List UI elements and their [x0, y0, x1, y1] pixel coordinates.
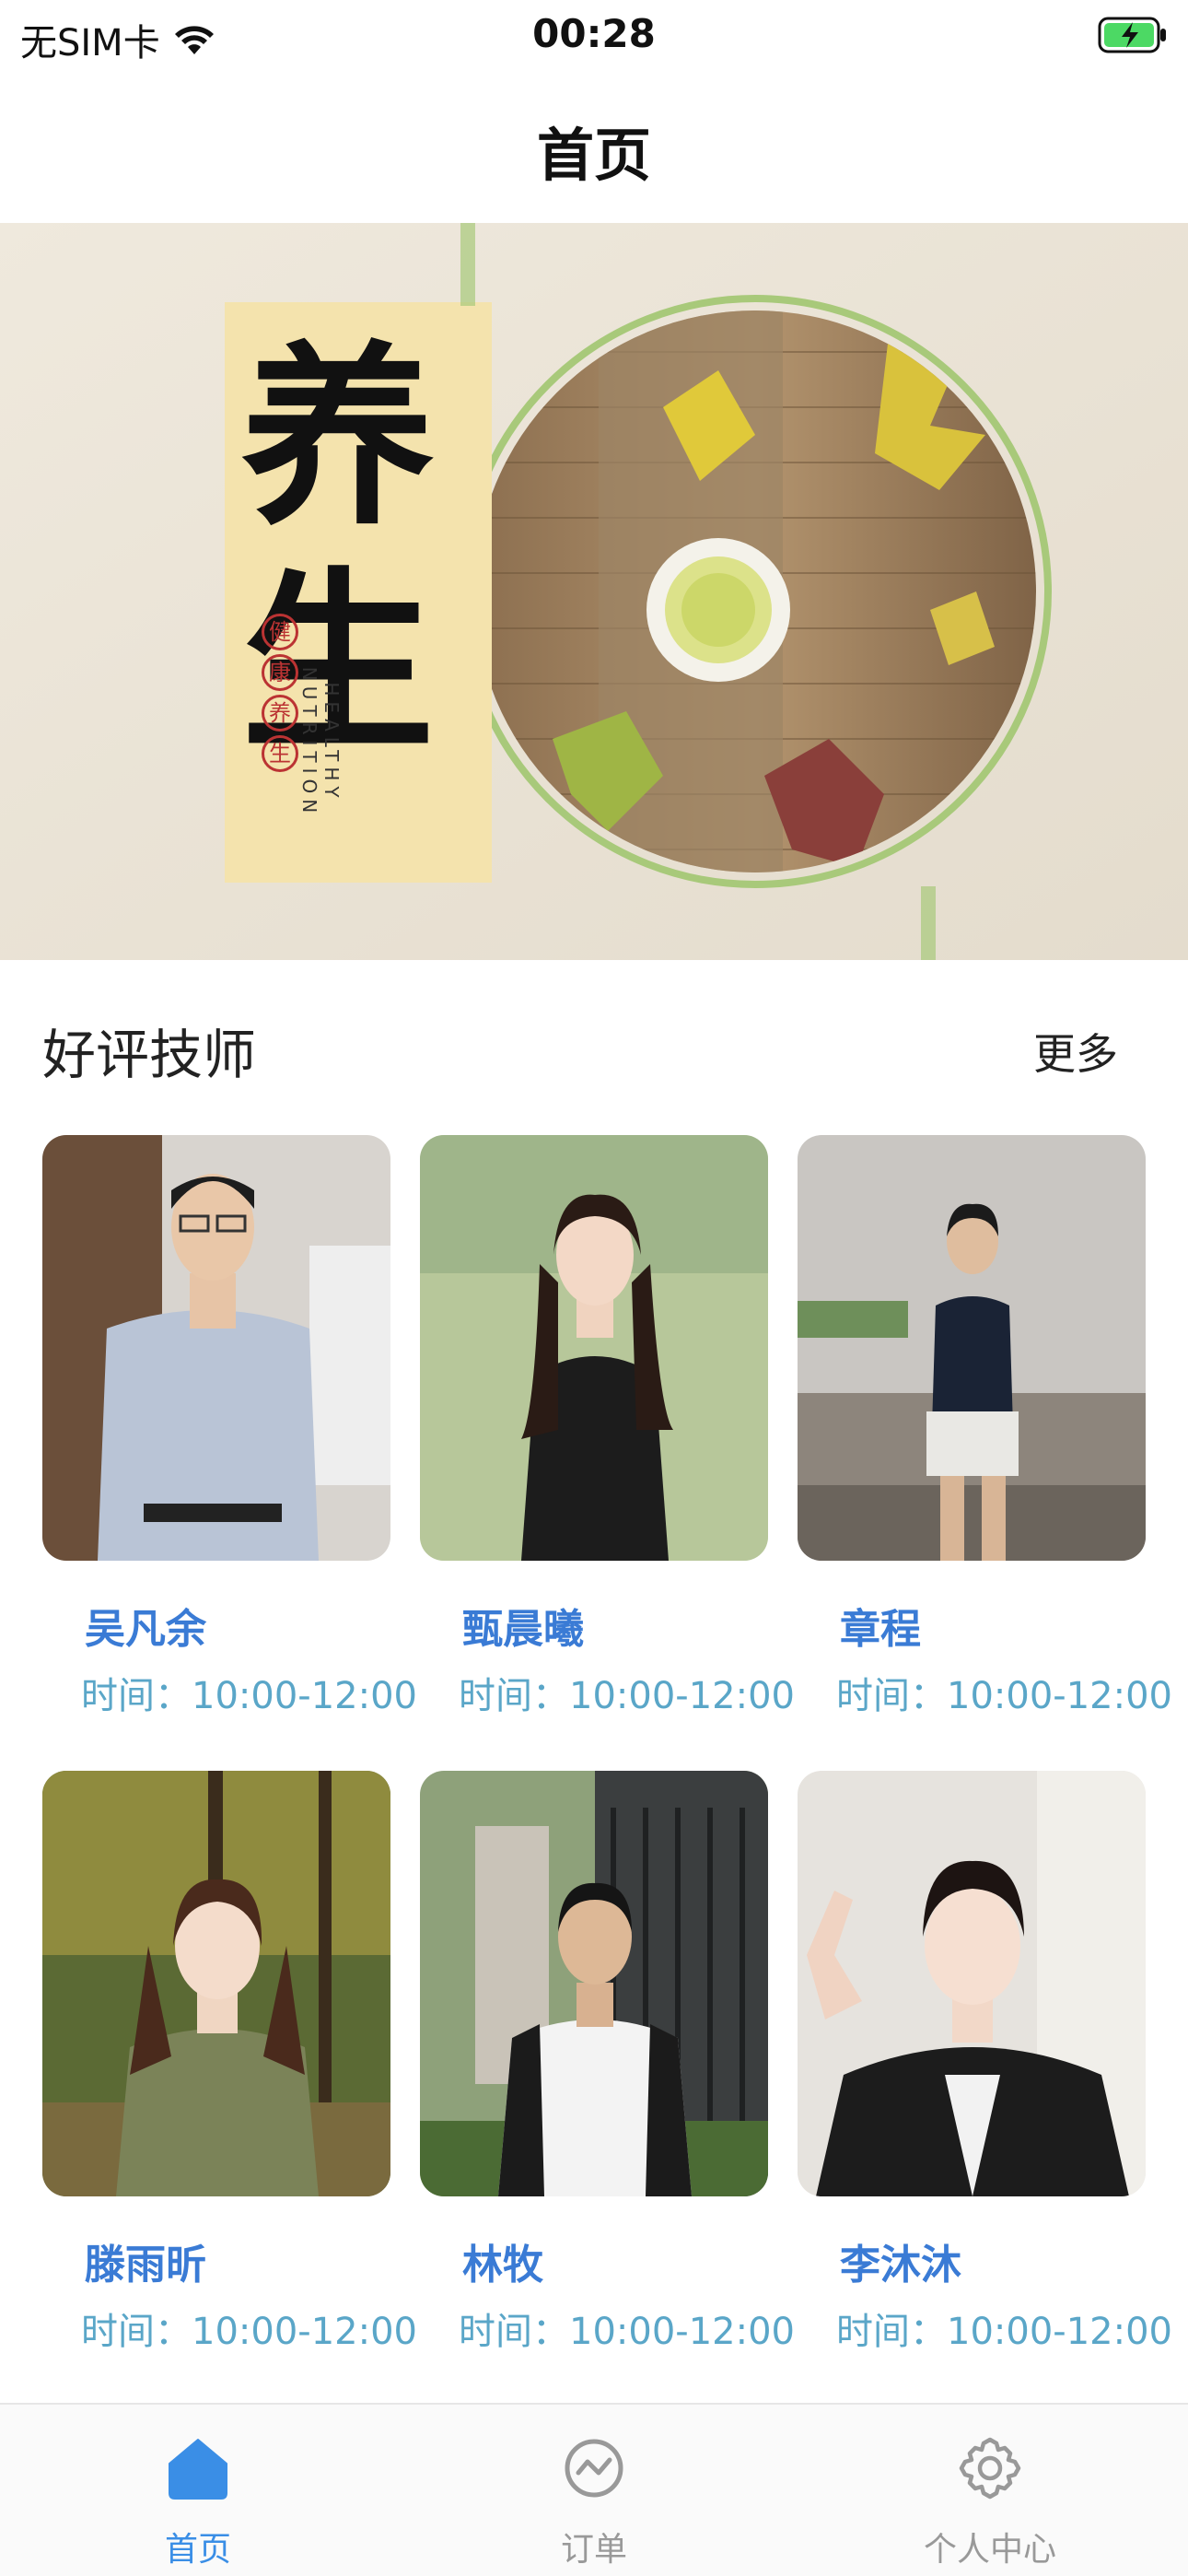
technician-card[interactable]: 李沐沐 时间：10:00-12:00	[798, 1771, 1172, 2357]
order-icon	[565, 2439, 623, 2498]
technician-card[interactable]: 章程 时间：10:00-12:00	[798, 1135, 1172, 1721]
technician-photo	[420, 1135, 768, 1561]
page-title: 首页	[536, 122, 651, 189]
technician-name: 滕雨昕	[85, 2242, 206, 2289]
settings-icon	[959, 2437, 1021, 2500]
tab-home[interactable]: 首页	[0, 2405, 396, 2576]
banner-badge: 养	[262, 695, 298, 732]
technician-photo	[420, 1771, 768, 2196]
banner-badge: 健	[262, 614, 298, 650]
technician-photo	[798, 1135, 1146, 1561]
tab-bar: 首页 订单 个人中心	[0, 2403, 1188, 2576]
tab-profile[interactable]: 个人中心	[792, 2405, 1188, 2576]
technician-time: 时间：10:00-12:00	[459, 1675, 795, 1717]
technician-grid: 吴凡余 时间：10:00-12:00 甄晨曦 时间：10:00-12:00 章程…	[42, 1135, 1172, 2357]
more-link[interactable]: 更多	[1033, 1021, 1118, 1082]
banner-subtitle: HEALTHY NUTRITION	[298, 666, 343, 819]
status-bar: 无SIM卡 00:28	[0, 0, 1188, 74]
technician-time: 时间：10:00-12:00	[81, 1675, 417, 1717]
technician-card[interactable]: 林牧 时间：10:00-12:00	[420, 1771, 795, 2357]
technician-name: 甄晨曦	[462, 1606, 584, 1653]
technician-time: 时间：10:00-12:00	[836, 1675, 1172, 1717]
technician-photo	[798, 1771, 1146, 2196]
technician-name: 吴凡余	[85, 1606, 206, 1653]
banner-image[interactable]: 养生 健 康 养 生 HEALTHY NUTRITION	[0, 223, 1188, 960]
technician-name: 李沐沐	[840, 2242, 961, 2289]
banner-badge: 生	[262, 735, 298, 772]
tab-label: 订单	[560, 2531, 627, 2569]
status-time: 00:28	[532, 11, 656, 56]
banner-badge: 康	[262, 654, 298, 691]
banner-graphic	[0, 223, 1188, 960]
technician-card[interactable]: 滕雨昕 时间：10:00-12:00	[42, 1771, 417, 2357]
technician-card[interactable]: 吴凡余 时间：10:00-12:00	[42, 1135, 417, 1721]
technician-photo	[42, 1135, 390, 1561]
technician-photo	[42, 1771, 390, 2196]
technician-name: 章程	[840, 1606, 921, 1653]
technician-card[interactable]: 甄晨曦 时间：10:00-12:00	[420, 1135, 795, 1721]
battery-charging-icon	[1098, 17, 1166, 53]
tab-label: 个人中心	[923, 2531, 1056, 2569]
tab-label: 首页	[164, 2531, 231, 2569]
home-icon	[169, 2439, 227, 2500]
section-title: 好评技师	[42, 1024, 257, 1086]
technician-name: 林牧	[462, 2242, 543, 2289]
tab-orders[interactable]: 订单	[396, 2405, 792, 2576]
banner-badges: 健 康 养 生	[262, 614, 298, 772]
technician-time: 时间：10:00-12:00	[459, 2311, 795, 2353]
technician-time: 时间：10:00-12:00	[836, 2311, 1172, 2353]
technician-time: 时间：10:00-12:00	[81, 2311, 417, 2353]
